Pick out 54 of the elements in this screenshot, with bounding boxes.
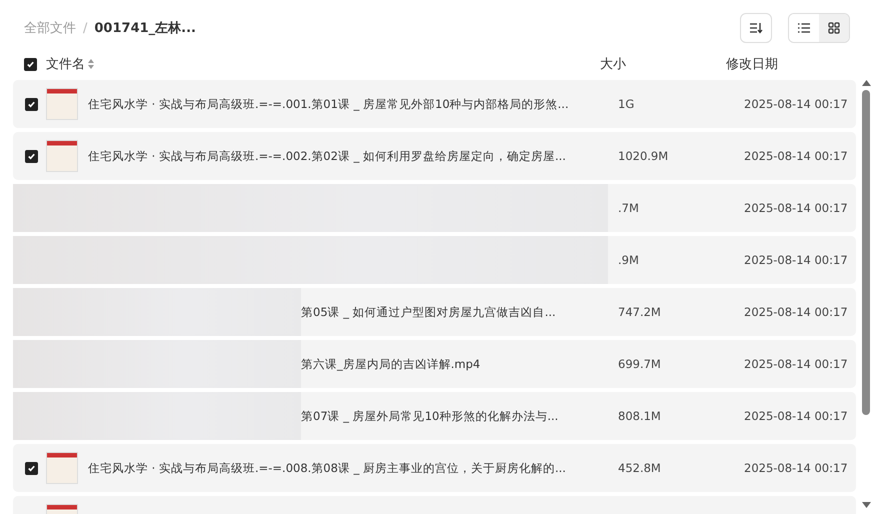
file-row[interactable]: .9M 2025-08-14 00:17 [13,236,856,284]
modified-date: 2025-08-14 00:17 [744,149,849,163]
modified-date: 2025-08-14 00:17 [744,409,849,423]
thumbnail-placeholder [46,88,78,120]
column-header[interactable]: 文件名 [46,55,85,73]
file-size: 747.2M [618,305,662,319]
scroll-down-icon[interactable] [862,502,870,508]
file-row[interactable]: 住宅风水学 · 实战与布局高级班.=-=.008.第08课 _ 厨房主事业的宫位，关于厨房化解的... 452.8M 2025-08-14 00:17 [13,444,856,492]
checkmark-icon [26,60,35,68]
sort-icon [749,22,763,34]
modified-date: 2025-08-14 00:17 [744,357,849,371]
column-header: 大小 [600,56,627,73]
checkbox[interactable] [25,462,38,474]
thumbnail-placeholder [46,452,78,484]
file-name: 住宅风水学 · 实战与布局高级班.=-=.002.第02课 _ 如何利用罗盘给房屋定向，确定房屋... [88,148,567,164]
file-row[interactable]: 第07课 _ 房屋外局常见10种形煞的化解办法与... 808.1M 2025-08-14 00:17 [13,392,856,440]
file-size: 1G [618,97,636,111]
file-size: 808.1M [618,409,662,423]
sort-icon[interactable] [88,59,94,69]
file-name: 第六课_房屋内局的吉凶详解.mp4 [301,356,482,372]
checkbox[interactable] [24,58,37,70]
checkmark-icon [27,464,36,472]
grid-icon [828,22,840,34]
file-size: 699.7M [618,357,662,371]
scroll-up-icon[interactable] [862,80,870,86]
grid-view-button[interactable] [819,14,849,42]
file-row[interactable]: 第05课 _ 如何通过户型图对房屋九宫做吉凶自... 747.2M 2025-08-14 00:17 [13,288,856,336]
file-row[interactable]: 住宅风水学 · 实战与布局高级班.=-=.001.第01课 _ 房屋常见外部10种与内部格局的形煞... 1G 2025-08-14 00:17 [13,80,856,128]
modified-date: 2025-08-14 00:17 [744,201,849,215]
file-size: 1020.9M [618,149,670,163]
list-icon [798,23,810,33]
file-size: 452.8M [618,461,662,475]
modified-date: 2025-08-14 00:17 [744,97,849,111]
modified-date: 2025-08-14 00:17 [744,253,849,267]
file-size: .7M [618,201,640,215]
column-header: 修改日期 [726,56,779,73]
checkmark-icon [27,152,36,160]
file-row[interactable]: 第六课_房屋内局的吉凶详解.mp4 699.7M 2025-08-14 00:17 [13,340,856,388]
thumbnail-placeholder [46,140,78,172]
file-name: 住宅风水学 · 实战与布局高级班.=-=.001.第01课 _ 房屋常见外部10种与内部格局的形煞... [88,96,570,112]
sort-button[interactable] [740,13,772,43]
file-name: 第07课 _ 房屋外局常见10种形煞的化解办法与... [301,408,560,424]
file-row[interactable]: .7M 2025-08-14 00:17 [13,184,856,232]
file-size: .9M [618,253,640,267]
modified-date: 2025-08-14 00:17 [744,461,849,475]
checkbox[interactable] [25,98,38,110]
checkmark-icon [27,100,36,108]
breadcrumb-item[interactable]: 001741_左林... [94,19,196,37]
modified-date: 2025-08-14 00:17 [744,305,849,319]
file-name: 住宅风水学 · 实战与布局高级班.=-=.008.第08课 _ 厨房主事业的宫位，关于厨房化解的... [88,460,567,476]
checkbox[interactable] [25,150,38,162]
file-name: 第05课 _ 如何通过户型图对房屋九宫做吉凶自... [301,304,557,320]
file-row[interactable]: 住宅风水学 · 实战与布局高级班.=-=.002.第02课 _ 如何利用罗盘给房屋定向，确定房屋... 1020.9M 2025-08-14 00:17 [13,132,856,180]
breadcrumb-separator: / [83,20,88,36]
